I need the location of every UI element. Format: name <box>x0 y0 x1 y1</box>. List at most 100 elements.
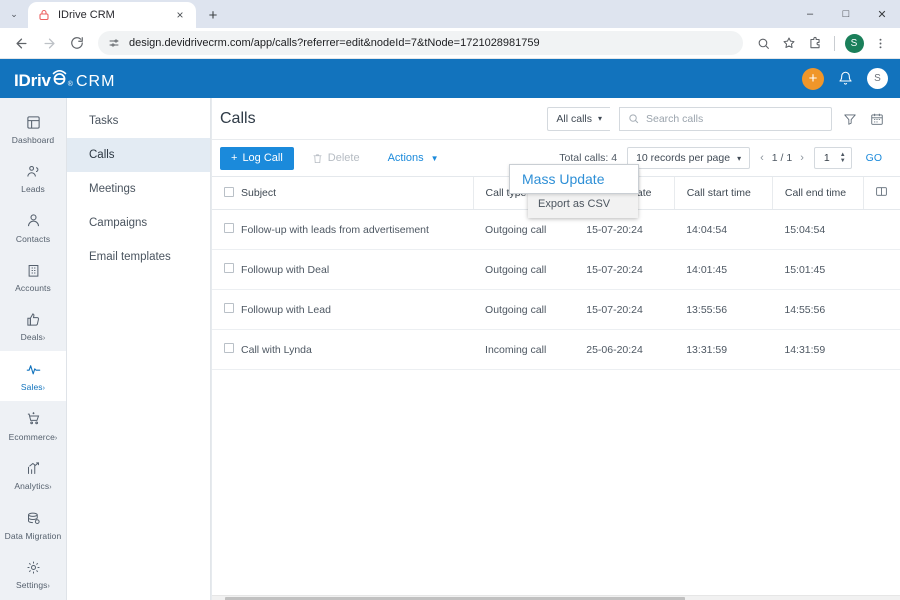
address-bar[interactable]: design.devidrivecrm.com/app/calls?referr… <box>98 31 743 55</box>
sidebar-item-deals[interactable]: Deals› <box>0 301 66 351</box>
calendar-icon[interactable] <box>868 112 886 126</box>
subnav-item-tasks[interactable]: Tasks <box>67 104 210 138</box>
leads-icon <box>26 162 41 180</box>
cell-subject[interactable]: Call with Lynda <box>241 329 474 370</box>
sidebar-item-sales[interactable]: Sales› <box>0 351 66 401</box>
go-button[interactable]: GO <box>862 152 886 164</box>
zoom-search-icon[interactable] <box>751 31 775 55</box>
sidebar-label: Analytics› <box>14 481 52 492</box>
calls-table-body: Follow-up with leads from advertisement … <box>212 209 900 370</box>
cell-subject[interactable]: Follow-up with leads from advertisement <box>241 209 474 250</box>
column-settings-icon[interactable] <box>875 185 888 198</box>
minimize-icon[interactable]: – <box>792 0 828 28</box>
window-close-icon[interactable]: ✕ <box>864 0 900 28</box>
select-all-checkbox[interactable] <box>224 186 234 197</box>
page-indicator: 1 / 1 <box>771 152 793 164</box>
accounts-icon <box>26 261 41 279</box>
sidebar-item-data-migration[interactable]: Data Migration <box>0 500 66 549</box>
site-settings-icon[interactable] <box>108 37 120 49</box>
reload-icon[interactable] <box>64 30 90 56</box>
new-tab-button[interactable]: + <box>200 2 226 28</box>
ecommerce-icon <box>26 410 41 428</box>
add-new-button[interactable]: + <box>802 67 824 90</box>
forward-icon <box>36 30 62 56</box>
browser-tab[interactable]: IDrive CRM × <box>28 2 196 28</box>
cell-call-start-time: 13:55:56 <box>674 289 773 330</box>
scrollbar-thumb[interactable] <box>225 596 685 600</box>
page-navigator: ‹ 1 / 1 › <box>760 152 804 164</box>
stepper-up-icon[interactable]: ▲ <box>840 152 846 158</box>
scroll-left-icon[interactable]: ◂ <box>212 596 225 600</box>
user-avatar[interactable]: S <box>867 68 888 89</box>
content-header: Calls All calls ▾ Search calls <box>212 98 900 140</box>
maximize-icon[interactable]: □ <box>828 0 864 28</box>
subnav-item-campaigns[interactable]: Campaigns <box>67 206 210 240</box>
lock-icon <box>36 8 51 23</box>
actions-dropdown-button[interactable]: Actions ▼ <box>378 147 449 170</box>
calls-filter-dropdown[interactable]: All calls ▾ <box>547 106 610 131</box>
idrive-crm-logo[interactable]: IDriv ® CRM <box>14 67 115 91</box>
total-calls-label: Total calls: 4 <box>559 152 618 164</box>
cell-row-actions <box>863 329 900 370</box>
sidebar-item-dashboard[interactable]: Dashboard <box>0 104 66 153</box>
table-row[interactable]: Followup with Lead Outgoing call 15-07-2… <box>212 289 900 330</box>
back-icon[interactable] <box>8 30 34 56</box>
bookmark-star-icon[interactable] <box>777 31 801 55</box>
cell-subject[interactable]: Followup with Lead <box>241 289 474 330</box>
search-icon <box>628 113 639 124</box>
log-call-button[interactable]: + Log Call <box>220 146 294 170</box>
sidebar-item-analytics[interactable]: Analytics› <box>0 450 66 500</box>
cell-call-end-time: 14:31:59 <box>772 329 864 370</box>
column-header-subject[interactable]: Subject <box>241 176 474 210</box>
subnav-item-email-templates[interactable]: Email templates <box>67 240 210 274</box>
sidebar-item-contacts[interactable]: Contacts <box>0 203 66 252</box>
records-per-page-dropdown[interactable]: 10 records per page ▾ <box>627 147 751 169</box>
chevron-down-icon: ▾ <box>597 114 602 123</box>
sidebar-item-accounts[interactable]: Accounts <box>0 252 66 301</box>
menu-item-export-as-csv[interactable]: Export as CSV <box>528 193 638 215</box>
logo-registered-mark: ® <box>67 80 73 88</box>
row-checkbox[interactable] <box>224 263 234 273</box>
next-page-icon[interactable]: › <box>800 152 804 164</box>
sidebar-item-ecommerce[interactable]: Ecommerce› <box>0 401 66 451</box>
close-icon[interactable]: × <box>172 7 188 23</box>
notifications-bell-icon[interactable] <box>838 71 853 86</box>
sidebar-label: Dashboard <box>11 135 55 145</box>
extensions-puzzle-icon[interactable] <box>803 31 827 55</box>
search-input[interactable]: Search calls <box>619 106 832 131</box>
search-placeholder: Search calls <box>646 112 704 125</box>
cell-row-actions <box>863 209 900 250</box>
page-number-value: 1 <box>823 152 830 164</box>
horizontal-scrollbar[interactable]: ◂ <box>212 595 900 600</box>
prev-page-icon[interactable]: ‹ <box>760 152 764 164</box>
profile-avatar[interactable]: S <box>842 31 866 55</box>
column-header-call-start-time[interactable]: Call start time <box>673 176 773 210</box>
row-checkbox[interactable] <box>224 343 234 353</box>
table-row[interactable]: Followup with Deal Outgoing call 15-07-2… <box>212 249 900 290</box>
sidebar-item-leads[interactable]: Leads <box>0 153 66 202</box>
sidebar-label: Deals› <box>20 332 46 343</box>
page-number-input[interactable]: 1 ▲ ▼ <box>813 147 852 169</box>
cell-call-start-time: 14:04:54 <box>674 209 773 250</box>
funnel-icon[interactable] <box>841 112 859 126</box>
subnav-item-calls[interactable]: Calls <box>67 138 210 172</box>
stepper-icon[interactable]: ▲ ▼ <box>840 152 846 164</box>
row-select-cell <box>212 289 242 330</box>
row-checkbox[interactable] <box>224 303 234 313</box>
menu-item-mass-update[interactable]: Mass Update <box>509 164 639 194</box>
subnav-item-meetings[interactable]: Meetings <box>67 172 210 206</box>
browser-menu-icon[interactable] <box>868 31 892 55</box>
cell-subject[interactable]: Followup with Deal <box>241 249 474 290</box>
sidebar-item-settings[interactable]: Settings› <box>0 549 66 599</box>
cell-call-start-date: 15-07-20:24 <box>574 249 675 290</box>
url-text: design.devidrivecrm.com/app/calls?referr… <box>129 37 540 49</box>
row-select-cell <box>212 329 242 370</box>
browser-toolbar: design.devidrivecrm.com/app/calls?referr… <box>0 28 900 59</box>
column-header-call-end-time[interactable]: Call end time <box>771 176 864 210</box>
table-row[interactable]: Call with Lynda Incoming call 25-06-20:2… <box>212 329 900 370</box>
row-checkbox[interactable] <box>224 223 234 233</box>
stepper-down-icon[interactable]: ▼ <box>840 158 846 164</box>
chevron-right-icon: › <box>54 434 58 442</box>
logo-e-icon <box>52 67 67 86</box>
tab-list-chevron-icon[interactable]: ⌄ <box>0 0 28 28</box>
